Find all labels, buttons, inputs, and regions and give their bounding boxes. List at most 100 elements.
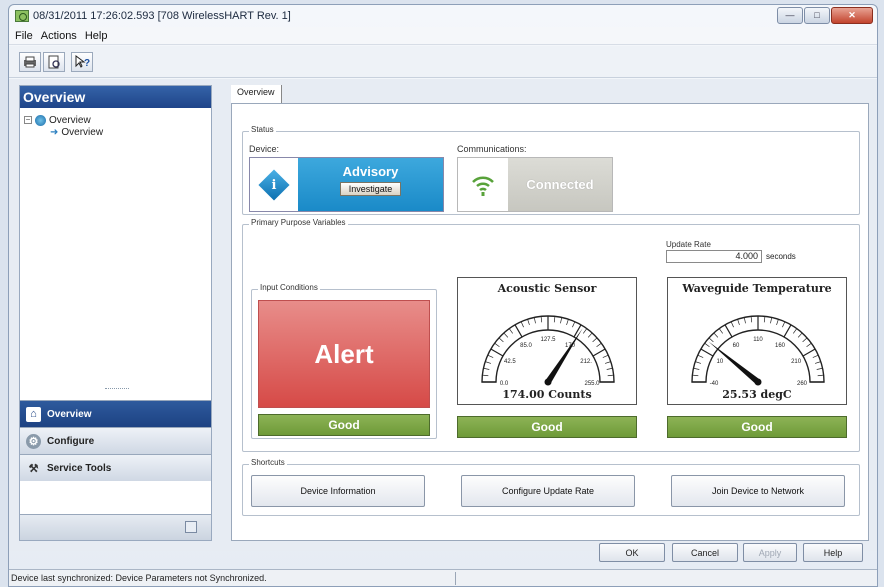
tree-node-root[interactable]: − Overview [24, 114, 207, 126]
waveguide-temperature-status-bar: Good [667, 416, 847, 438]
context-help-button[interactable]: ? [71, 51, 93, 72]
menu-file[interactable]: File [15, 30, 33, 42]
print-preview-icon [48, 55, 60, 68]
minimize-button[interactable]: — [777, 7, 803, 24]
input-conditions-group: Input Conditions Alert Good [251, 283, 437, 439]
gauge-tick-label: 60 [733, 343, 740, 349]
shortcuts-group: Shortcuts Device Information Configure U… [242, 458, 860, 516]
gauge-tick-label: 260 [797, 381, 808, 387]
title-bar: 08/31/2011 17:26:02.593 [708 WirelessHAR… [9, 5, 877, 27]
status-bar-separator [455, 572, 456, 585]
gauge-tick-label: 42.5 [504, 359, 516, 365]
nav-button-service-tools-label: Service Tools [47, 462, 112, 474]
tree-node-child-label: Overview [61, 126, 104, 138]
menu-bar: File Actions Help [9, 27, 877, 45]
update-rate-unit: seconds [766, 252, 796, 261]
status-bar-text: Device last synchronized: Device Paramet… [11, 573, 267, 583]
input-conditions-title: Input Conditions [258, 283, 320, 292]
status-group: Status Device: Communications: i Advisor… [242, 125, 860, 215]
menu-actions[interactable]: Actions [41, 30, 77, 42]
ok-button[interactable]: OK [599, 543, 665, 562]
update-rate-field[interactable]: 4.000 [666, 250, 762, 263]
gauge-tick-label: 0.0 [500, 381, 509, 387]
acoustic-sensor-gauge: Acoustic Sensor 0.0 42.5 85.0 127.5 170 212. 2… [457, 277, 637, 405]
nav-button-configure[interactable]: ⚙ Configure [20, 427, 211, 454]
info-diamond-icon: i [258, 168, 290, 201]
app-icon [15, 10, 29, 22]
ppv-group: Primary Purpose Variables Update Rate 4.… [242, 218, 860, 452]
navigation-pane: Overview − Overview ➜ Overview ⌂ Overvie… [19, 85, 212, 541]
tools-icon: ⚒ [28, 462, 39, 475]
configure-update-rate-button[interactable]: Configure Update Rate [461, 475, 635, 507]
tree-node-child[interactable]: ➜ Overview [24, 126, 207, 138]
gear-icon: ⚙ [26, 433, 41, 449]
nav-footer [20, 514, 211, 540]
shortcuts-title: Shortcuts [249, 458, 287, 467]
ppv-group-title: Primary Purpose Variables [249, 218, 348, 227]
menu-help[interactable]: Help [85, 30, 108, 42]
device-state: Advisory [342, 164, 399, 179]
acoustic-sensor-status-bar: Good [457, 416, 637, 438]
gauge-tick-label: 110 [753, 337, 763, 343]
communications-state: Connected [508, 158, 612, 211]
apply-button[interactable]: Apply [743, 543, 797, 562]
advisory-panel: Advisory Investigate [298, 158, 443, 211]
collapse-icon[interactable]: − [24, 116, 32, 124]
nav-button-overview[interactable]: ⌂ Overview [20, 400, 211, 427]
gauge-pivot [754, 378, 762, 386]
close-button[interactable]: ✕ [831, 7, 873, 24]
communications-status-tile: Connected [457, 157, 613, 212]
status-bar: Device last synchronized: Device Paramet… [9, 569, 877, 586]
gauge-reading: 174.00 Counts [502, 388, 592, 401]
print-preview-button[interactable] [43, 51, 65, 72]
device-overview-icon [35, 114, 46, 126]
nav-button-service-tools[interactable]: ⚒ Service Tools [20, 454, 211, 481]
main-content: Overview Status Device: Communications: … [231, 85, 869, 541]
gauge-tick-label: 212. [580, 359, 592, 365]
device-info-icon-cell: i [250, 158, 298, 211]
help-button[interactable]: Help [803, 543, 863, 562]
print-button[interactable] [19, 51, 41, 72]
toolbar: ? [9, 46, 877, 78]
waveguide-temperature-gauge: Waveguide Temperature -40 10 60 110 160 210 26… [667, 277, 847, 405]
maximize-button[interactable]: □ [804, 7, 830, 24]
tree-node-root-label: Overview [49, 114, 91, 126]
window-title: 08/31/2011 17:26:02.593 [708 WirelessHAR… [33, 10, 291, 22]
help-pointer-icon: ? [75, 54, 90, 69]
device-label: Device: [249, 144, 280, 154]
gauge-reading: 25.53 degC [722, 388, 792, 401]
cancel-button[interactable]: Cancel [672, 543, 738, 562]
wireless-icon-cell [458, 158, 508, 211]
nav-splitter[interactable] [20, 386, 211, 392]
status-group-title: Status [249, 125, 276, 134]
gauge-tick-label: 210 [791, 359, 802, 365]
nav-button-configure-label: Configure [47, 435, 95, 447]
join-device-to-network-button[interactable]: Join Device to Network [671, 475, 845, 507]
update-rate-label: Update Rate [666, 240, 711, 249]
window-controls: — □ ✕ [777, 7, 873, 24]
arrow-right-icon: ➜ [50, 126, 59, 138]
gauge-dial: -40 10 60 110 160 210 260 [691, 315, 825, 387]
gauge-tick-label: 10 [717, 359, 724, 365]
device-information-button[interactable]: Device Information [251, 475, 425, 507]
device-status-tile: i Advisory Investigate [249, 157, 444, 212]
home-icon: ⌂ [26, 406, 41, 422]
printer-icon [24, 56, 36, 67]
gauge-dial: 0.042.585.0127.5170212.255.0 [481, 315, 615, 387]
tab-overview[interactable]: Overview [231, 85, 282, 103]
input-status-bar: Good [258, 414, 430, 436]
gauge-tick-label: 255.0 [584, 381, 600, 387]
client-area: Overview − Overview ➜ Overview ⌂ Overvie… [9, 79, 877, 562]
input-alert-panel: Alert [258, 300, 430, 408]
gauge-title: Acoustic Sensor [497, 282, 597, 295]
nav-tree: − Overview ➜ Overview [20, 108, 211, 408]
nav-header: Overview [20, 86, 211, 108]
overview-panel: Status Device: Communications: i Advisor… [231, 103, 869, 541]
app-window: 08/31/2011 17:26:02.593 [708 WirelessHAR… [8, 4, 878, 587]
gauge-tick-label: -40 [710, 381, 719, 387]
gauge-title: Waveguide Temperature [682, 282, 832, 295]
gauge-tick-label: 127.5 [540, 337, 556, 343]
investigate-button[interactable]: Investigate [339, 182, 402, 196]
wireless-signal-icon [472, 176, 494, 196]
nav-options-icon[interactable] [185, 521, 197, 533]
